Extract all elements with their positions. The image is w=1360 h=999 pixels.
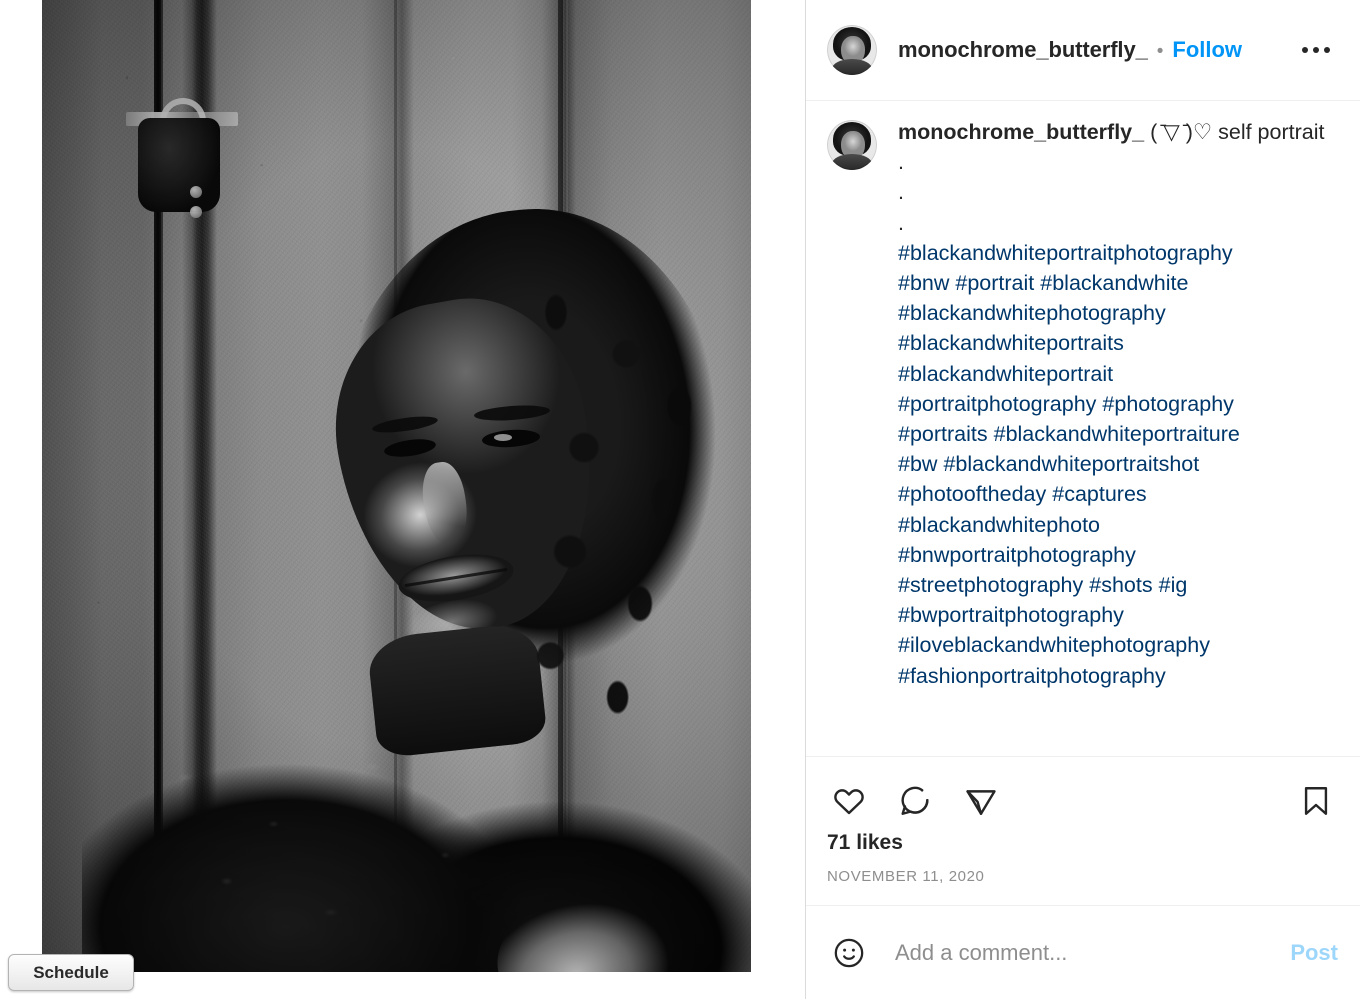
caption-hashtags: #blackandwhiteportraitphotography #bnw #p… [898, 238, 1338, 691]
hashtag-link[interactable]: #fashionportraitphotography [898, 664, 1166, 688]
hashtag-link[interactable]: #iloveblackandwhitephotography [898, 633, 1210, 657]
ellipsis-dot [1302, 47, 1308, 53]
photo-canvas [42, 0, 751, 972]
avatar[interactable] [827, 25, 877, 75]
hashtag-line: #portraitphotography #photography [898, 389, 1338, 419]
caption-dot-line: . [898, 150, 904, 175]
header-username-link[interactable]: monochrome_butterfly_ [898, 37, 1148, 63]
follow-button[interactable]: Follow [1172, 37, 1242, 63]
avatar-ring [827, 120, 877, 170]
avatar-ring [827, 25, 877, 75]
hashtag-link[interactable]: #ig [1159, 573, 1188, 597]
emoji-smiley-icon[interactable] [827, 931, 871, 975]
post-photo[interactable] [42, 0, 751, 972]
hashtag-link[interactable]: #shots [1089, 573, 1152, 597]
caption-row: monochrome_butterfly_ ( ̄▽ ̄)♡ self port… [827, 117, 1338, 691]
hashtag-link[interactable]: #blackandwhiteportraitshot [943, 452, 1199, 476]
hashtag-link[interactable]: #portrait [955, 271, 1034, 295]
hashtag-line: #bnw #portrait #blackandwhite [898, 268, 1338, 298]
hashtag-line: #blackandwhiteportraitphotography [898, 238, 1338, 268]
caption-username-link[interactable]: monochrome_butterfly_ [898, 120, 1144, 144]
likes-count[interactable]: 71 likes [827, 831, 1338, 855]
schedule-button[interactable]: Schedule [8, 954, 134, 991]
caption-body: monochrome_butterfly_ ( ̄▽ ̄)♡ self port… [898, 117, 1338, 691]
caption-dot-line: . [898, 210, 904, 235]
hashtag-link[interactable]: #portraits [898, 422, 988, 446]
hashtag-link[interactable]: #photooftheday [898, 482, 1046, 506]
ellipsis-icon[interactable] [1294, 28, 1338, 72]
ellipsis-dot [1313, 47, 1319, 53]
hashtag-line: #streetphotography #shots #ig [898, 570, 1338, 600]
header-name-group: monochrome_butterfly_ • Follow [898, 37, 1288, 63]
post-sidebar: monochrome_butterfly_ • Follow monochrom… [805, 0, 1360, 999]
hashtag-link[interactable]: #blackandwhite [1040, 271, 1188, 295]
hashtag-line: #blackandwhitephotography [898, 298, 1338, 328]
hashtag-link[interactable]: #portraitphotography [898, 392, 1096, 416]
hashtag-link[interactable]: #blackandwhitephoto [898, 513, 1100, 537]
hashtag-line: #blackandwhitephoto [898, 510, 1338, 540]
hashtag-link[interactable]: #photography [1102, 392, 1234, 416]
hashtag-link[interactable]: #blackandwhiteportraiture [994, 422, 1240, 446]
post-header: monochrome_butterfly_ • Follow [806, 0, 1360, 101]
hashtag-line: #blackandwhiteportraits [898, 328, 1338, 358]
hashtag-link[interactable]: #streetphotography [898, 573, 1083, 597]
caption-dot-lines: ... [898, 147, 1338, 238]
hashtag-link[interactable]: #bnwportraitphotography [898, 543, 1136, 567]
hashtag-line: #portraits #blackandwhiteportraiture [898, 419, 1338, 449]
ellipsis-dot [1324, 47, 1330, 53]
comment-bubble-icon[interactable] [893, 779, 937, 823]
hashtag-line: #bw #blackandwhiteportraitshot [898, 449, 1338, 479]
hashtag-line: #bnwportraitphotography [898, 540, 1338, 570]
media-pane: Schedule [0, 0, 805, 999]
header-separator-dot: • [1156, 41, 1164, 62]
hashtag-line: #photooftheday #captures [898, 479, 1338, 509]
hashtag-line: #blackandwhiteportrait [898, 359, 1338, 389]
avatar[interactable] [827, 120, 877, 170]
hashtag-link[interactable]: #blackandwhiteportraits [898, 331, 1124, 355]
comment-composer: Post [806, 905, 1360, 999]
instagram-post-screen: Schedule monochrome_butterfly_ • Follow [0, 0, 1360, 999]
caption-scroll-region[interactable]: monochrome_butterfly_ ( ̄▽ ̄)♡ self port… [806, 101, 1360, 756]
hashtag-line: #fashionportraitphotography [898, 661, 1338, 691]
action-row [827, 775, 1338, 827]
hashtag-link[interactable]: #blackandwhitephotography [898, 301, 1166, 325]
share-paper-plane-icon[interactable] [959, 779, 1003, 823]
post-date: NOVEMBER 11, 2020 [827, 868, 985, 885]
comment-input[interactable] [895, 939, 1277, 966]
post-comment-button[interactable]: Post [1276, 940, 1338, 966]
hashtag-link[interactable]: #bwportraitphotography [898, 603, 1124, 627]
action-section: 71 likes NOVEMBER 11, 2020 [806, 756, 1360, 905]
bookmark-icon[interactable] [1294, 779, 1338, 823]
hashtag-link[interactable]: #blackandwhiteportrait [898, 362, 1113, 386]
hashtag-line: #iloveblackandwhitephotography [898, 630, 1338, 660]
hashtag-link[interactable]: #bw [898, 452, 937, 476]
hashtag-link[interactable]: #bnw [898, 271, 949, 295]
photo-vignette [42, 0, 751, 972]
hashtag-line: #bwportraitphotography [898, 600, 1338, 630]
heart-icon[interactable] [827, 779, 871, 823]
hashtag-link[interactable]: #blackandwhiteportraitphotography [898, 241, 1233, 265]
caption-text: ( ̄▽ ̄)♡ self portrait [1144, 120, 1325, 144]
hashtag-link[interactable]: #captures [1052, 482, 1146, 506]
caption-dot-line: . [898, 180, 904, 205]
